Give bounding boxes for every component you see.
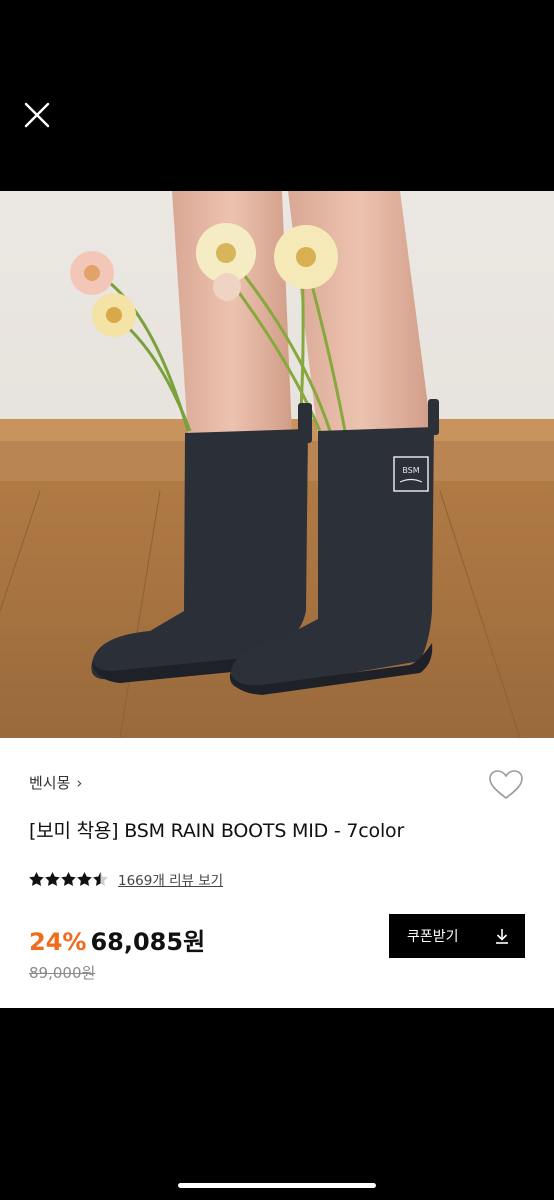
brand-name[interactable]: 벤시몽: [29, 774, 70, 792]
star-half-icon: [93, 872, 108, 886]
svg-text:BSM: BSM: [402, 466, 419, 475]
download-icon: [496, 929, 508, 944]
product-info-card: 벤시몽 › [보미 착용] BSM RAIN BOOTS MID - 7color…: [0, 738, 554, 1008]
price-row: 24% 68,085원: [29, 922, 205, 957]
close-icon[interactable]: [22, 100, 52, 130]
star-icon: [29, 872, 44, 886]
coupon-label: 쿠폰받기: [407, 929, 459, 945]
review-link[interactable]: 1669개 리뷰 보기: [118, 869, 223, 889]
coupon-button[interactable]: 쿠폰받기: [389, 914, 525, 958]
original-price: 89,000원: [29, 964, 96, 982]
star-icon: [77, 872, 92, 886]
sale-price: 68,085원: [90, 928, 206, 956]
star-icon: [45, 872, 60, 886]
home-indicator[interactable]: [178, 1183, 376, 1188]
discount-rate: 24%: [29, 928, 87, 956]
chevron-right-icon: ›: [76, 774, 83, 792]
boot-patch: BSM: [393, 456, 429, 492]
rating-row: 1669개 리뷰 보기: [29, 869, 223, 889]
brand-link[interactable]: 벤시몽 ›: [29, 772, 82, 793]
product-image[interactable]: BSM: [0, 191, 554, 738]
product-title: [보미 착용] BSM RAIN BOOTS MID - 7color: [29, 820, 405, 842]
heart-outline-icon[interactable]: [488, 769, 524, 801]
star-icon: [61, 872, 76, 886]
rating-stars: [29, 872, 108, 886]
